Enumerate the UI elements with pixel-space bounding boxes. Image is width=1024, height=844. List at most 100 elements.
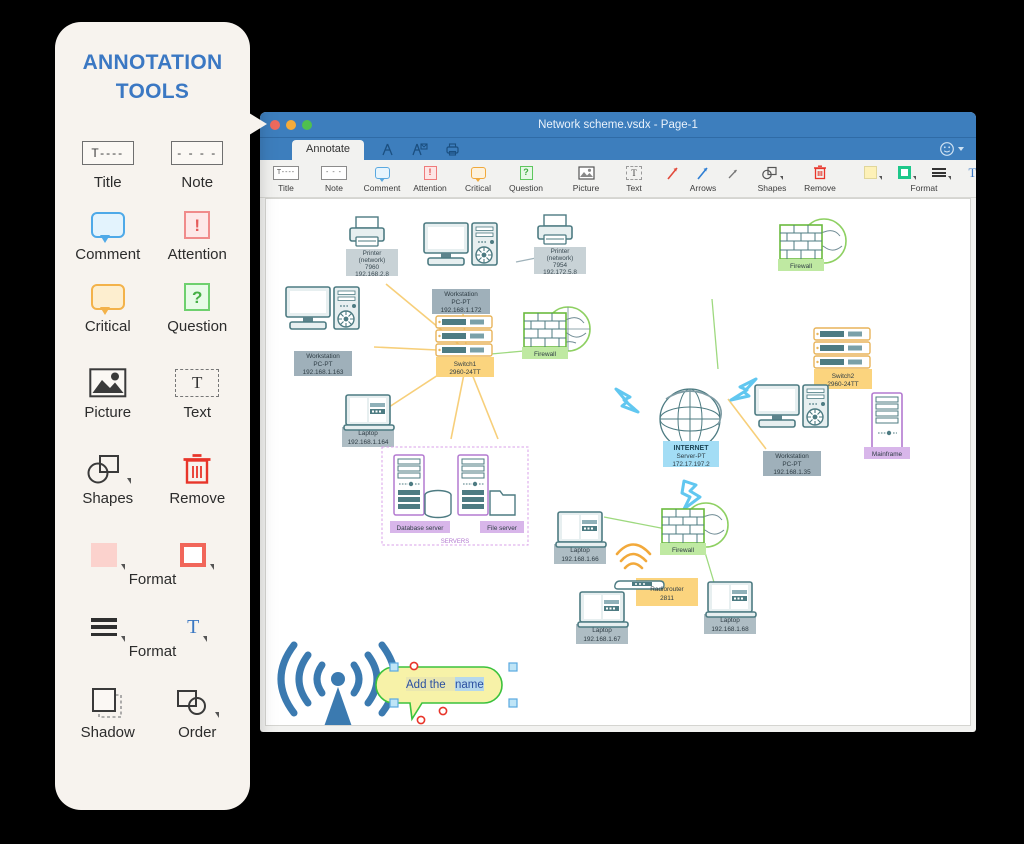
panel-title: ANNOTATION TOOLS bbox=[55, 22, 250, 106]
chevron-down-icon[interactable] bbox=[126, 478, 131, 484]
node-switch1[interactable]: Switch1 2960-24TT bbox=[435, 315, 494, 377]
toolbar-text-label: Text bbox=[626, 183, 642, 193]
node-label: 2811 bbox=[660, 595, 674, 602]
panel-title-line2: TOOLS bbox=[115, 80, 190, 103]
node-firewall-1[interactable]: Firewall bbox=[522, 306, 591, 359]
chevron-down-icon[interactable] bbox=[947, 176, 951, 180]
panel-text-tool[interactable]: T Text bbox=[153, 356, 243, 428]
toolbar-comment-button[interactable]: Comment bbox=[358, 162, 406, 193]
chevron-down-icon[interactable] bbox=[913, 176, 916, 180]
print-icon[interactable] bbox=[445, 142, 460, 157]
person-mail-icon[interactable] bbox=[411, 142, 429, 157]
node-workstation-163[interactable]: Workstation PC-PT 192.168.1.163 bbox=[285, 286, 360, 376]
toolbar-arrow-red-button[interactable] bbox=[658, 162, 688, 181]
chevron-down-icon[interactable] bbox=[958, 147, 964, 151]
panel-critical-tool-label: Critical bbox=[84, 318, 131, 335]
toolbar-text-format-button[interactable]: T bbox=[958, 162, 976, 181]
panel-attention-tool[interactable]: ! Attention bbox=[153, 198, 243, 270]
chevron-down-icon[interactable] bbox=[210, 564, 215, 570]
panel-critical-tool[interactable]: Critical bbox=[63, 270, 153, 342]
person-icon[interactable] bbox=[380, 142, 395, 157]
toolbar-text-button[interactable]: T Text bbox=[610, 162, 658, 193]
panel-line-color-tool[interactable] bbox=[153, 528, 243, 573]
toolbar-shapes-button[interactable]: Shapes bbox=[748, 162, 796, 193]
toolbar-picture-button[interactable]: Picture bbox=[562, 162, 610, 193]
arrow-gray-icon bbox=[725, 164, 741, 181]
tools-panel-pointer bbox=[241, 108, 267, 140]
tab-icon-group bbox=[380, 142, 460, 160]
node-label: PC-PT bbox=[782, 461, 801, 468]
panel-title-tool[interactable]: T---- Title bbox=[63, 126, 153, 198]
panel-note-tool[interactable]: - - - - Note bbox=[153, 126, 243, 198]
toolbar-arrow-blue-button[interactable] bbox=[688, 162, 718, 181]
toolbar-arrow-gray-button[interactable] bbox=[718, 162, 748, 181]
arrow-blue-icon bbox=[695, 164, 711, 181]
chevron-down-icon[interactable] bbox=[120, 564, 125, 570]
panel-shadow-tool[interactable]: Shadow bbox=[63, 676, 153, 748]
toolbar-line-weight-button[interactable] bbox=[924, 162, 958, 181]
toolbar: T---- Title - - - Note Comment ! Attenti… bbox=[260, 160, 976, 198]
group-servers[interactable]: Database server File server SERVERS bbox=[381, 446, 529, 546]
toolbar-note-button[interactable]: - - - Note bbox=[310, 162, 358, 193]
node-internet[interactable]: INTERNET Server-PT 172.17.197.2 bbox=[659, 388, 722, 468]
node-laptop-68[interactable]: Laptop 192.168.1.68 bbox=[704, 581, 757, 634]
panel-note-tool-label: Note bbox=[181, 174, 214, 191]
panel-remove-tool[interactable]: Remove bbox=[153, 442, 243, 514]
node-label: Laptop bbox=[592, 627, 612, 634]
toolbar-line-color-button[interactable] bbox=[890, 162, 924, 181]
toolbar-question-button[interactable]: ? Question bbox=[502, 162, 550, 193]
tool-row: T---- Title - - - - Note bbox=[63, 126, 242, 198]
node-laptop-66[interactable]: Laptop 192.168.1.66 bbox=[554, 511, 607, 564]
panel-comment-tool[interactable]: Comment bbox=[63, 198, 153, 270]
toolbar-attention-button[interactable]: ! Attention bbox=[406, 162, 454, 193]
app-window: Network scheme.vsdx - Page-1 Annotate T-… bbox=[260, 112, 976, 732]
node-printer-7954[interactable]: Printer (network) 7954 192.172.5.8 bbox=[534, 214, 586, 276]
node-label: 192.168.1.66 bbox=[561, 556, 599, 563]
callout-annotation[interactable]: Add the name bbox=[375, 661, 518, 725]
callout-text-before: Add the bbox=[406, 679, 446, 691]
node-laptop-164[interactable]: Laptop 192.168.1.164 bbox=[342, 394, 395, 447]
panel-text-format-tool[interactable]: T bbox=[153, 600, 243, 645]
node-label: (network) bbox=[547, 255, 574, 262]
chevron-down-icon[interactable] bbox=[215, 712, 220, 718]
node-database-server[interactable]: Database server bbox=[390, 454, 452, 533]
panel-line-weight-tool[interactable] bbox=[63, 600, 153, 645]
bolt-right bbox=[729, 377, 758, 402]
panel-remove-tool-label: Remove bbox=[169, 490, 226, 507]
node-label: Laptop bbox=[358, 430, 378, 437]
smiley-menu[interactable] bbox=[939, 141, 964, 157]
node-firewall-2[interactable]: Firewall bbox=[778, 218, 847, 271]
node-switch2[interactable]: Switch2 2960-24TT bbox=[813, 327, 872, 389]
panel-picture-tool-label: Picture bbox=[84, 404, 132, 421]
node-printer-7960[interactable]: Printer (network) 7960 192.168.2.8 bbox=[346, 216, 398, 278]
panel-question-tool[interactable]: ? Question bbox=[153, 270, 243, 342]
bolt-left bbox=[614, 387, 640, 414]
tool-grid: T---- Title - - - - Note Comment ! Atten… bbox=[55, 106, 250, 748]
chevron-down-icon[interactable] bbox=[879, 176, 882, 180]
picture-icon bbox=[89, 365, 127, 401]
toolbar-remove-button[interactable]: Remove bbox=[796, 162, 844, 193]
tab-annotate[interactable]: Annotate bbox=[292, 140, 365, 160]
chevron-down-icon[interactable] bbox=[120, 636, 125, 642]
panel-order-tool[interactable]: Order bbox=[153, 676, 243, 748]
diagram-canvas[interactable]: .lbl { font-family: "Liberation Sans", s… bbox=[265, 198, 971, 726]
panel-fill-color-tool[interactable] bbox=[63, 528, 153, 573]
chevron-down-icon[interactable] bbox=[203, 636, 208, 642]
toolbar-critical-button[interactable]: Critical bbox=[454, 162, 502, 193]
node-mainframe[interactable]: Mainframe bbox=[864, 392, 910, 459]
node-firewall-3[interactable]: Firewall bbox=[660, 502, 729, 555]
node-label: Switch1 bbox=[454, 361, 477, 368]
attention-icon: ! bbox=[423, 164, 437, 181]
toolbar-fill-color-button[interactable] bbox=[856, 162, 890, 181]
title-bar: Network scheme.vsdx - Page-1 bbox=[260, 112, 976, 138]
node-workstation-172[interactable]: Workstation PC-PT 192.168.1.172 bbox=[423, 222, 498, 314]
node-workstation-35[interactable]: Workstation PC-PT 192.168.1.35 bbox=[754, 384, 829, 476]
fill-swatch-icon bbox=[90, 537, 125, 573]
toolbar-group-objects: Shapes Remove bbox=[748, 162, 844, 198]
chevron-down-icon[interactable] bbox=[780, 176, 783, 180]
panel-picture-tool[interactable]: Picture bbox=[63, 356, 153, 428]
node-laptop-67[interactable]: Laptop 192.168.1.67 bbox=[576, 591, 629, 644]
node-file-server[interactable]: File server bbox=[457, 454, 524, 533]
toolbar-title-button[interactable]: T---- Title bbox=[262, 162, 310, 193]
panel-shapes-tool[interactable]: Shapes bbox=[63, 442, 153, 514]
